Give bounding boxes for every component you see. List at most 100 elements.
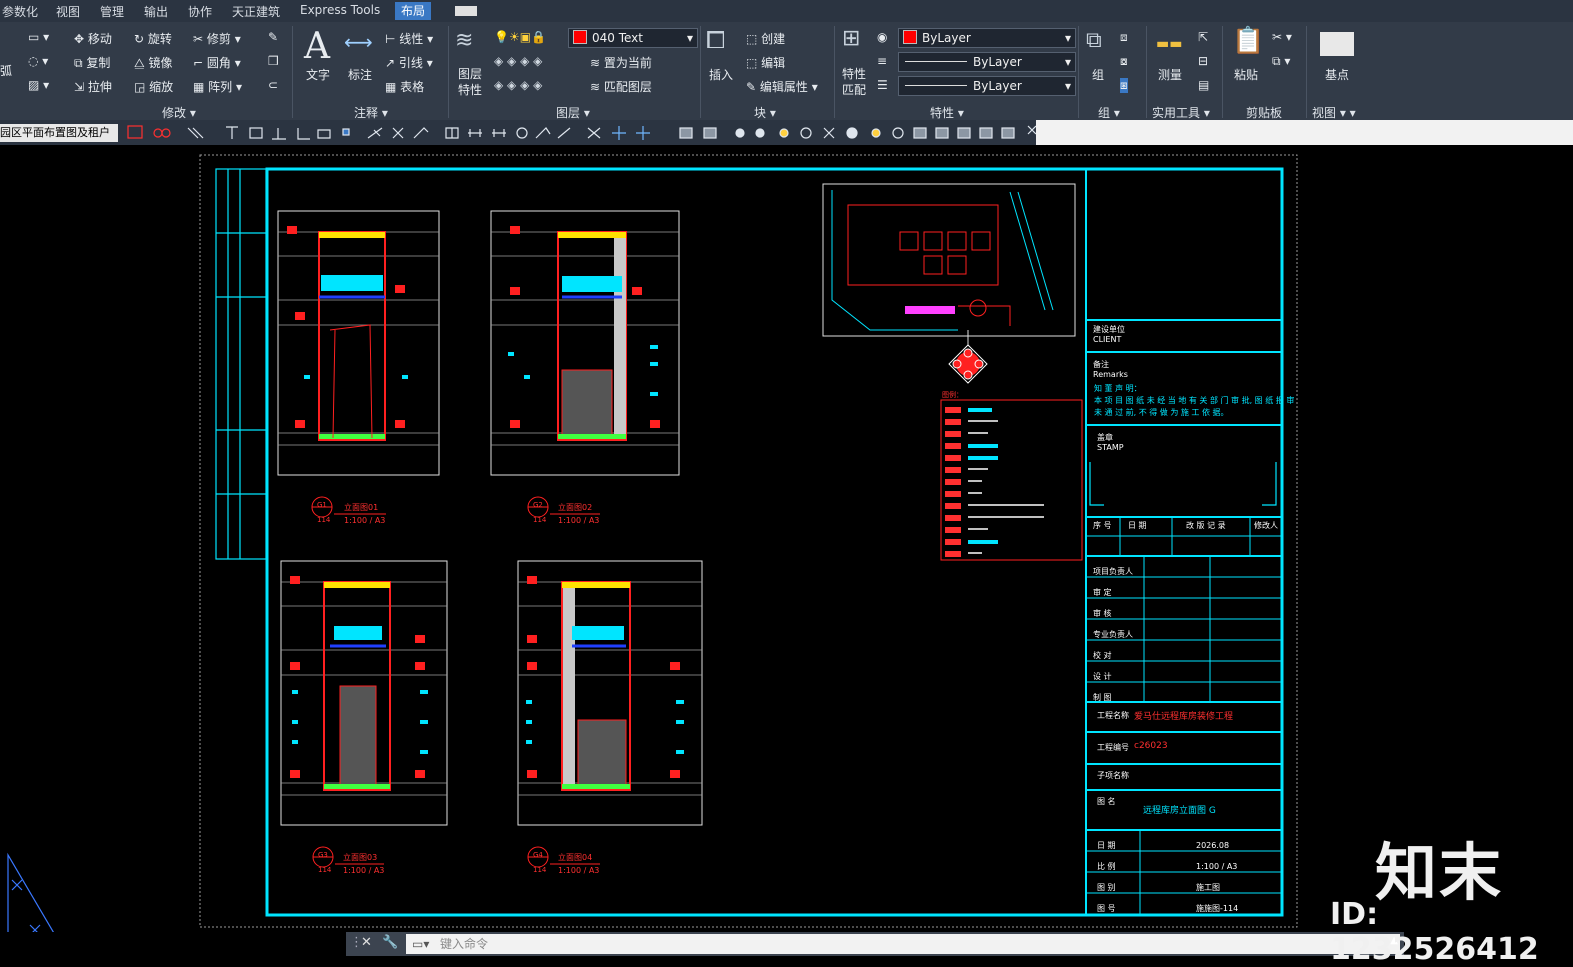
layer-dropdown[interactable]: 040 Text ▾: [568, 28, 698, 48]
scale-button[interactable]: ◲ 缩放: [134, 78, 173, 95]
utilities-panel-title[interactable]: 实用工具 ▾: [1152, 104, 1210, 121]
group-edit-icon[interactable]: ⧇: [1120, 54, 1128, 69]
layer-tools-row2[interactable]: ◈ ◈ ◈ ◈: [494, 78, 542, 92]
workspace-dropdown-icon[interactable]: [455, 6, 477, 16]
chevron-down-icon: ▾: [1064, 79, 1071, 93]
cut-icon[interactable]: ✂ ▾: [1272, 30, 1292, 44]
elevation-g4-sheet: 114: [533, 866, 547, 874]
menu-manage[interactable]: 管理: [100, 3, 124, 20]
properties-panel-title[interactable]: 特性 ▾: [930, 104, 964, 121]
lineweight-dropdown[interactable]: ByLayer ▾: [898, 76, 1076, 96]
match-properties-button[interactable]: 特性匹配: [842, 66, 870, 98]
stretch-button[interactable]: ⇲ 拉伸: [74, 78, 112, 95]
annotation-panel-title[interactable]: 注释 ▾: [354, 104, 388, 121]
group-button[interactable]: 组: [1092, 66, 1104, 83]
hatch-icon[interactable]: ▨ ▾: [28, 78, 49, 92]
info-values: 2026.08 1:100 / A3 施工图 施施图-114: [1196, 841, 1239, 913]
insert-block-icon[interactable]: ⧠: [706, 26, 725, 54]
paste-button[interactable]: 粘贴: [1234, 66, 1258, 83]
match-properties-icon[interactable]: ⊞: [842, 26, 860, 51]
modify-panel-title[interactable]: 修改 ▾: [162, 104, 196, 121]
move-button[interactable]: ✥ 移动: [74, 30, 112, 47]
cad-drawing: [7, 154, 1298, 932]
copy-button[interactable]: ⧉ 复制: [74, 54, 110, 71]
menu-output[interactable]: 输出: [144, 3, 168, 20]
document-tab[interactable]: 园区平面布置图及租户: [0, 124, 118, 142]
color-wheel-icon[interactable]: ◉: [877, 30, 887, 44]
trim-icon: ✂: [193, 32, 207, 46]
drawing-canvas[interactable]: 建设单位 CLIENT 备注 Remarks 知 董 声 明：本 项 目 图 纸 未…: [0, 145, 1573, 932]
elevation-g2-scale: 1:100 / A3: [558, 516, 600, 525]
project-no: c26023: [1134, 741, 1168, 751]
color-dropdown[interactable]: ByLayer ▾: [898, 28, 1076, 48]
measure-button[interactable]: 测量: [1158, 66, 1182, 83]
linetype-dropdown[interactable]: ByLayer ▾: [898, 52, 1076, 72]
clipboard-panel-title[interactable]: 剪贴板: [1246, 104, 1282, 121]
dimension-icon[interactable]: ⟷: [344, 30, 373, 54]
revision-by-header: 修改人: [1254, 521, 1278, 530]
menu-parametric[interactable]: 参数化: [2, 3, 38, 20]
fillet-button[interactable]: ⌐ 圆角 ▾: [193, 54, 241, 71]
paste-icon[interactable]: 📋: [1232, 26, 1264, 56]
elevation-g2-title: 立面图02: [558, 503, 593, 512]
toolbar-icons[interactable]: [118, 120, 1153, 145]
panel-divider: [1078, 26, 1079, 118]
group-panel-title[interactable]: 组 ▾: [1098, 104, 1120, 121]
trim-button[interactable]: ✂ 修剪 ▾: [193, 30, 241, 47]
create-block-button[interactable]: ⬚ 创建: [746, 30, 785, 47]
block-panel-title[interactable]: 块 ▾: [754, 104, 776, 121]
arc-button[interactable]: 弧: [0, 62, 12, 79]
menu-layout[interactable]: 布局: [395, 2, 432, 20]
layer-color-swatch: [573, 30, 587, 44]
explode-icon[interactable]: ❒: [268, 54, 279, 68]
group-select-icon[interactable]: ⧆: [1120, 78, 1128, 93]
command-history-icon[interactable]: ▭▾: [412, 934, 429, 954]
offset-icon[interactable]: ⊂: [268, 78, 278, 92]
ellipse-icon[interactable]: ◌ ▾: [28, 54, 48, 68]
set-current-icon: ≋: [590, 56, 604, 70]
linear-button[interactable]: ⊢ 线性 ▾: [385, 30, 433, 47]
mirror-button[interactable]: ⧋ 镜像: [134, 54, 173, 71]
match-layer-button[interactable]: ≋ 匹配图层: [590, 78, 652, 95]
rectangle-icon[interactable]: ▭ ▾: [28, 30, 49, 44]
customize-wrench-icon[interactable]: 🔧: [382, 935, 398, 950]
quick-select-icon[interactable]: ⊟: [1198, 54, 1208, 68]
mirror-icon: ⧋: [134, 56, 149, 70]
text-tool-icon[interactable]: A: [304, 26, 330, 67]
measure-icon[interactable]: ▬▬: [1156, 36, 1182, 52]
leader-button[interactable]: ↗ 引线 ▾: [385, 54, 433, 71]
erase-icon[interactable]: ✎: [268, 30, 278, 44]
menu-express-tools[interactable]: Express Tools: [300, 3, 380, 17]
select-icon[interactable]: ⇱: [1198, 30, 1208, 44]
array-button[interactable]: ▦ 阵列 ▾: [193, 78, 242, 95]
table-button[interactable]: ▦ 表格: [385, 78, 424, 95]
layer-properties-icon[interactable]: ≋: [455, 28, 473, 53]
menu-view[interactable]: 视图: [56, 3, 80, 20]
copy-clip-icon[interactable]: ⧉ ▾: [1272, 54, 1290, 69]
layer-properties-button[interactable]: 图层特性: [458, 66, 486, 98]
layer-tools-row1[interactable]: ◈ ◈ ◈ ◈: [494, 54, 542, 68]
layers-panel-title[interactable]: 图层 ▾: [556, 104, 590, 121]
elevation-g3-scale: 1:100 / A3: [343, 866, 385, 875]
calculator-icon[interactable]: ▤: [1198, 78, 1209, 92]
set-current-button[interactable]: ≋ 置为当前: [590, 54, 652, 71]
base-view-icon[interactable]: [1320, 32, 1354, 56]
layer-state-icons[interactable]: 💡☀▣🔒: [494, 30, 546, 44]
ungroup-icon[interactable]: ⧈: [1120, 30, 1128, 45]
command-input[interactable]: ▭▾ 键入命令: [406, 934, 1400, 954]
rotate-button[interactable]: ↻ 旋转: [134, 30, 172, 47]
text-button[interactable]: 文字: [306, 66, 330, 83]
elevation-g1: [277, 210, 440, 518]
edit-attributes-button[interactable]: ✎ 编辑属性 ▾: [746, 78, 818, 95]
menu-collaborate[interactable]: 协作: [188, 3, 212, 20]
edit-block-button[interactable]: ⬚ 编辑: [746, 54, 785, 71]
insert-button[interactable]: 插入: [709, 66, 733, 83]
group-icon[interactable]: ⧉: [1086, 28, 1102, 53]
base-button[interactable]: 基点: [1325, 66, 1349, 83]
remarks-label: 备注 Remarks: [1093, 360, 1128, 379]
project-name: 爱马仕远程库房装修工程: [1134, 712, 1234, 722]
menu-tangent[interactable]: 天正建筑: [232, 3, 280, 20]
dimension-button[interactable]: 标注: [348, 66, 372, 83]
view-panel-title[interactable]: 视图 ▾ ▾: [1312, 104, 1356, 121]
close-icon[interactable]: ✕: [361, 935, 372, 950]
